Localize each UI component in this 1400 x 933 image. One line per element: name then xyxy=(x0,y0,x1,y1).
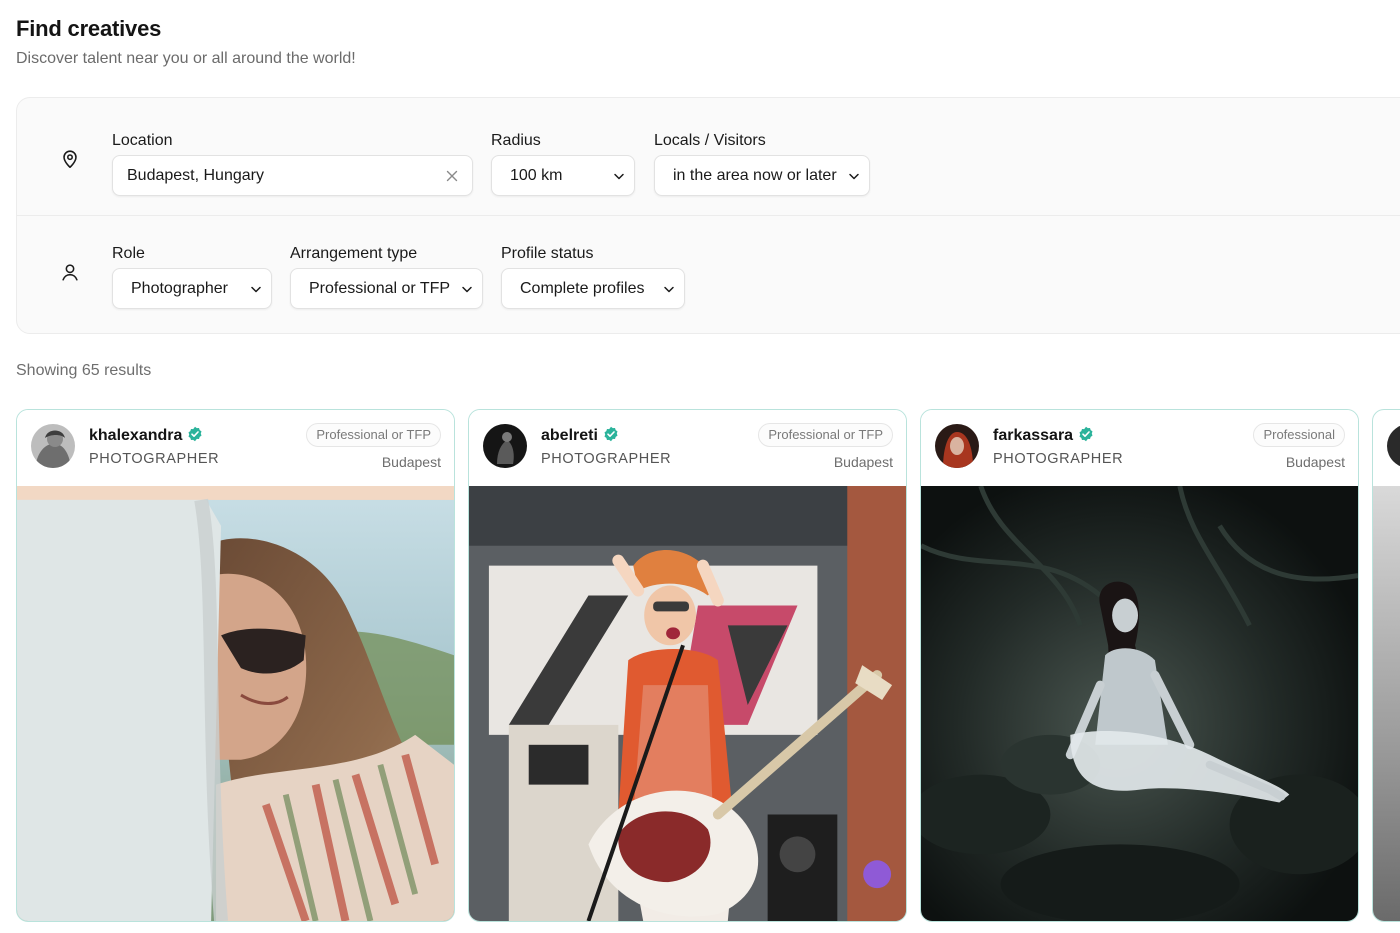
username[interactable]: khalexandra xyxy=(89,426,203,445)
username-text: farkassara xyxy=(993,427,1074,444)
arrangement-badge: Professional or TFP xyxy=(758,423,893,447)
chevron-down-icon xyxy=(462,286,472,293)
location-filter-row: Location Radius 100 km Locals / Visitors xyxy=(17,98,1400,216)
arrangement-value: Professional or TFP xyxy=(309,279,451,297)
card-header: khalexandra PHOTOGRAPHER Professional or… xyxy=(17,410,454,486)
card-city: Budapest xyxy=(833,454,893,470)
radius-label: Radius xyxy=(491,132,541,149)
profile-status-select[interactable]: Complete profiles xyxy=(501,268,685,309)
locals-visitors-select[interactable]: in the area now or later xyxy=(654,155,870,196)
role-label: Role xyxy=(112,245,145,262)
page-title: Find creatives xyxy=(16,16,162,41)
username[interactable]: farkassara xyxy=(993,426,1094,445)
card-header: farkassara PHOTOGRAPHER Professional Bud… xyxy=(921,410,1358,486)
location-input[interactable] xyxy=(113,166,413,185)
page-subtitle: Discover talent near you or all around t… xyxy=(16,50,356,67)
radius-select[interactable]: 100 km xyxy=(491,155,635,196)
radius-field: Radius 100 km xyxy=(491,131,636,196)
role-value: Photographer xyxy=(131,279,228,297)
location-input-box[interactable] xyxy=(112,155,473,196)
verified-badge-icon xyxy=(1079,426,1093,442)
verified-badge-icon xyxy=(604,426,618,442)
arrangement-label: Arrangement type xyxy=(290,245,418,262)
locals-visitors-label: Locals / Visitors xyxy=(654,132,766,149)
card-city: Budapest xyxy=(381,454,441,470)
arrangement-select[interactable]: Professional or TFP xyxy=(290,268,483,309)
portfolio-photo[interactable] xyxy=(921,486,1358,921)
role-field: Role Photographer xyxy=(112,244,272,309)
card-role: PHOTOGRAPHER xyxy=(541,451,672,467)
find-creatives-page: Find creatives Discover talent near you … xyxy=(0,0,1400,933)
card-city: Budapest xyxy=(1285,454,1345,470)
location-field: Location xyxy=(112,131,474,196)
clear-location-icon[interactable] xyxy=(444,168,460,184)
map-pin-icon xyxy=(63,150,77,169)
role-filter-row: Role Photographer Arrangement type Profe… xyxy=(17,216,1400,334)
card-role: PHOTOGRAPHER xyxy=(89,451,220,467)
username[interactable]: abelreti xyxy=(541,426,619,445)
filter-panel: Location Radius 100 km Locals / Visitors xyxy=(16,97,1400,334)
user-icon xyxy=(62,264,78,281)
profile-status-field: Profile status Complete profiles xyxy=(501,244,685,309)
arrangement-badge: Professional xyxy=(1253,423,1345,447)
chevron-down-icon xyxy=(849,173,859,180)
avatar[interactable] xyxy=(31,424,75,468)
card-header: abelreti PHOTOGRAPHER Professional or TF… xyxy=(469,410,906,486)
chevron-down-icon xyxy=(251,286,261,293)
username-text: abelreti xyxy=(541,427,598,444)
results-count: Showing 65 results xyxy=(16,362,152,379)
creative-card[interactable]: farkassara PHOTOGRAPHER Professional Bud… xyxy=(920,409,1359,922)
creative-card[interactable]: khalexandra PHOTOGRAPHER Professional or… xyxy=(16,409,455,922)
arrangement-field: Arrangement type Professional or TFP xyxy=(290,244,483,309)
location-label: Location xyxy=(112,132,173,149)
role-select[interactable]: Photographer xyxy=(112,268,272,309)
avatar[interactable] xyxy=(935,424,979,468)
avatar[interactable] xyxy=(1387,424,1400,468)
avatar[interactable] xyxy=(483,424,527,468)
portfolio-photo[interactable] xyxy=(469,486,906,921)
profile-status-value: Complete profiles xyxy=(520,279,645,297)
profile-status-label: Profile status xyxy=(501,245,594,262)
verified-badge-icon xyxy=(188,426,202,442)
portfolio-photo[interactable] xyxy=(1373,486,1400,921)
arrangement-badge: Professional or TFP xyxy=(306,423,441,447)
creative-card-partial[interactable] xyxy=(1372,409,1400,922)
chevron-down-icon xyxy=(614,173,624,180)
creative-card[interactable]: abelreti PHOTOGRAPHER Professional or TF… xyxy=(468,409,907,922)
locals-visitors-value: in the area now or later xyxy=(673,166,837,184)
username-text: khalexandra xyxy=(89,427,183,444)
portfolio-photo[interactable] xyxy=(17,486,454,921)
locals-visitors-field: Locals / Visitors in the area now or lat… xyxy=(654,131,871,196)
card-role: PHOTOGRAPHER xyxy=(993,451,1124,467)
chevron-down-icon xyxy=(664,286,674,293)
